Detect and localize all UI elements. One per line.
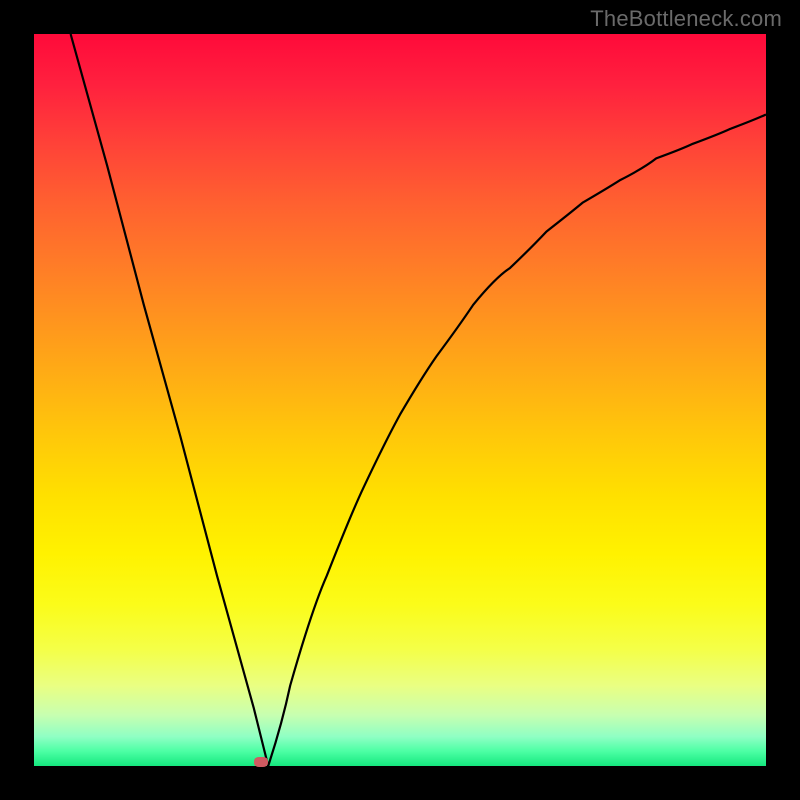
chart-frame: TheBottleneck.com xyxy=(0,0,800,800)
curve-left-branch xyxy=(71,34,269,766)
curve-right-branch xyxy=(268,115,766,767)
bottleneck-curve xyxy=(34,34,766,766)
watermark-text: TheBottleneck.com xyxy=(590,6,782,32)
bottleneck-marker xyxy=(254,757,268,767)
plot-area xyxy=(34,34,766,766)
